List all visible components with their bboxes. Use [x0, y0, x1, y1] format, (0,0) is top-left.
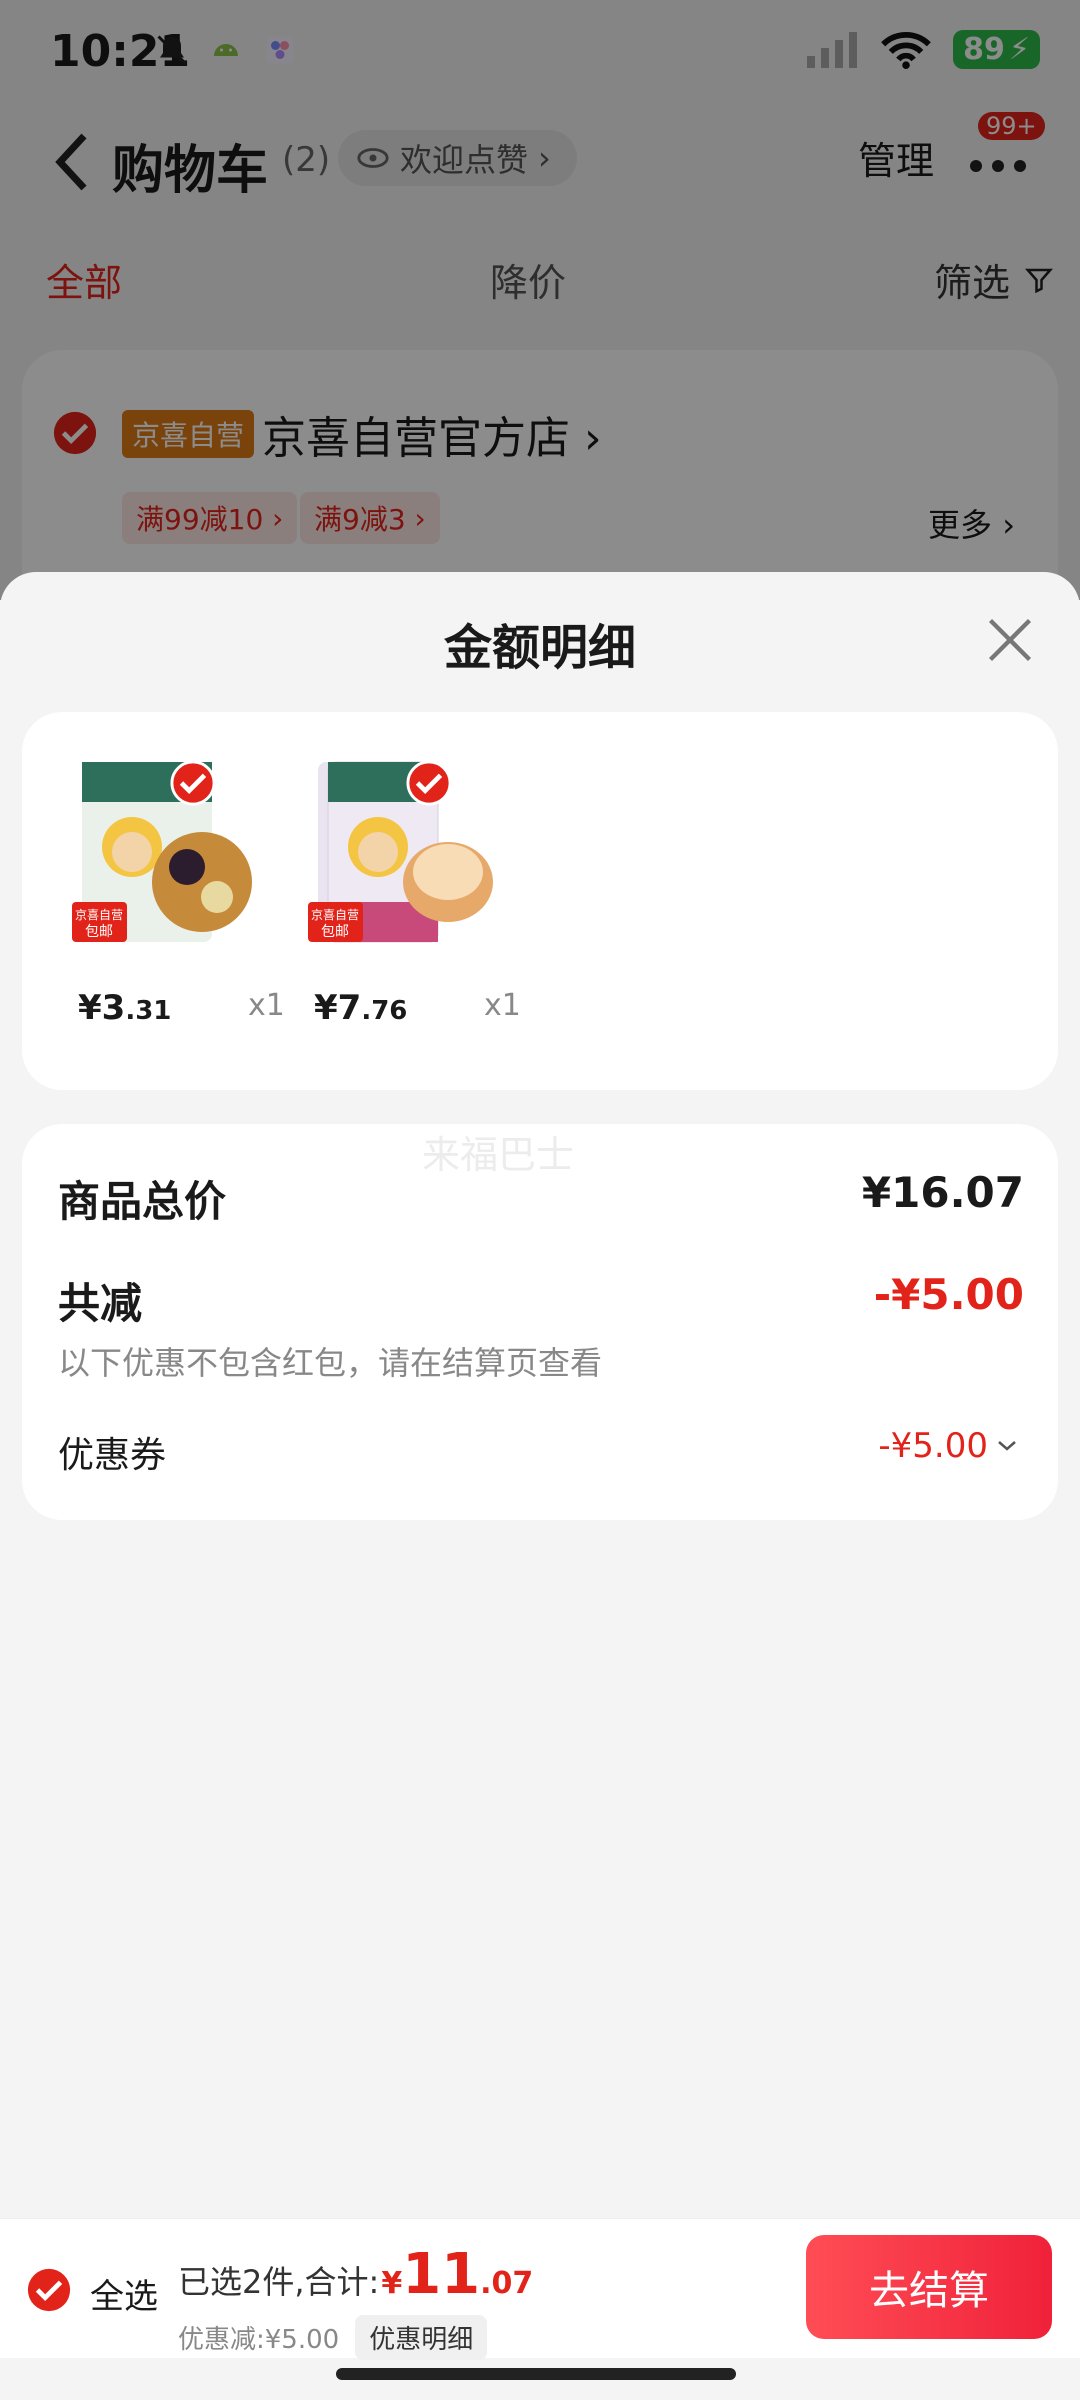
checkout-button[interactable]: 去结算: [806, 2235, 1052, 2339]
home-indicator[interactable]: [336, 2368, 736, 2380]
amount-detail-sheet: 金额明细 京喜自营 包邮 ¥3.31 x1 京喜自营 包邮 ¥7.76 x1 来…: [0, 572, 1080, 2222]
item-card-1: 京喜自营 包邮 ¥3.31 x1: [22, 752, 285, 1032]
item-price-1: ¥3.31: [78, 988, 171, 1028]
sheet-title: 金额明细: [443, 620, 636, 676]
discount-note: 以下优惠不包含红包，请在结算页查看: [58, 1344, 603, 1382]
total-discount-label: 共减: [58, 1279, 143, 1328]
item-price-cents-2: .76: [361, 996, 408, 1026]
total-decimal: .07: [480, 2266, 534, 2301]
coupon-value: -¥5.00: [878, 1426, 988, 1466]
coupon-label: 优惠券: [58, 1435, 167, 1476]
item-price-cents-1: .31: [125, 996, 172, 1026]
goods-total-value: ¥16.07: [861, 1168, 1024, 1217]
item-price-int-1: ¥3: [78, 988, 126, 1028]
image-tag-1: 包邮: [85, 924, 113, 940]
image-brand-2: 京喜自营: [311, 908, 359, 922]
selected-count-label: 已选2件,合计:: [178, 2263, 380, 2301]
item-check-icon-1[interactable]: [170, 760, 216, 806]
total-discount-value: -¥5.00: [873, 1270, 1024, 1319]
goods-total-label: 商品总价: [58, 1177, 227, 1226]
item-price-int-2: ¥7: [314, 988, 362, 1028]
coupon-row-toggle[interactable]: -¥5.00: [878, 1426, 1018, 1466]
discount-amount: 优惠减:¥5.00: [178, 2325, 340, 2355]
product-image-bread[interactable]: 京喜自营 包邮: [298, 752, 498, 952]
total-integer: 11: [402, 2242, 481, 2307]
image-brand-1: 京喜自营: [75, 908, 123, 922]
chevron-down-icon: [998, 1441, 1016, 1451]
product-image-grains[interactable]: 京喜自营 包邮: [62, 752, 262, 952]
total-currency: ¥: [381, 2266, 403, 2301]
checkout-bar: 全选 已选2件,合计: ¥ 11 .07 优惠减:¥5.00 优惠明细 去结算: [0, 2218, 1080, 2360]
item-check-icon-2[interactable]: [406, 760, 452, 806]
summary-card: 来福巴士 商品总价 ¥16.07 共减 -¥5.00 以下优惠不包含红包，请在结…: [22, 1124, 1058, 1520]
item-price-2: ¥7.76: [314, 988, 407, 1028]
select-all-check-icon[interactable]: [26, 2267, 72, 2313]
discount-line: 优惠减:¥5.00 优惠明细: [178, 2315, 488, 2360]
watermark-text: 来福巴士: [422, 1133, 575, 1177]
select-all-label[interactable]: 全选: [90, 2269, 158, 2318]
close-icon[interactable]: [984, 614, 1036, 666]
discount-detail-button[interactable]: 优惠明细: [355, 2315, 488, 2360]
item-card-2: 京喜自营 包邮 ¥7.76 x1: [258, 752, 521, 1032]
items-card: 京喜自营 包邮 ¥3.31 x1 京喜自营 包邮 ¥7.76 x1: [22, 712, 1058, 1090]
modal-overlay[interactable]: [0, 0, 1080, 600]
item-qty-2: x1: [484, 988, 521, 1023]
image-tag-2: 包邮: [321, 924, 349, 940]
selected-total: 已选2件,合计: ¥ 11 .07: [178, 2242, 534, 2307]
